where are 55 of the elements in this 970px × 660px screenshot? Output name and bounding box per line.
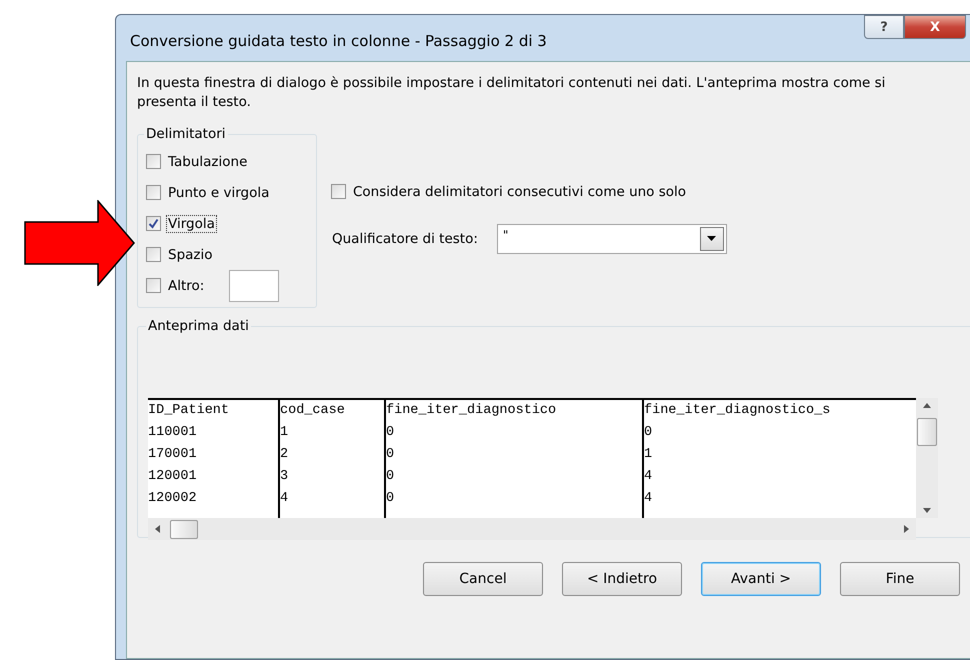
- help-button[interactable]: ?: [864, 15, 904, 39]
- scroll-down-icon[interactable]: [923, 506, 931, 514]
- checkbox-label[interactable]: Considera delimitatori consecutivi come uno solo: [352, 184, 688, 200]
- column-header: fine_iter_diagnostico_s: [644, 402, 832, 420]
- dialog-button[interactable]: Fine: [840, 562, 960, 596]
- checkbox-label[interactable]: Punto e virgola: [167, 184, 270, 200]
- column-header: ID_Patient: [148, 402, 230, 420]
- dialog-button[interactable]: Avanti >: [701, 562, 821, 596]
- intro-text: In questa finestra di dialogo è possibile impostare i delimitatori contenuti nei dati. L'anteprima mostra come si presenta il testo.: [137, 74, 886, 112]
- checkbox[interactable]: [331, 184, 346, 199]
- group-title: Delimitatori: [145, 126, 227, 142]
- window-title: Conversione guidata testo in colonne - Passaggio 2 di 3: [130, 32, 547, 50]
- table-cell-text: 4: [644, 468, 654, 486]
- column-header: fine_iter_diagnostico: [386, 402, 558, 420]
- table-cell-text: 120002: [148, 490, 198, 508]
- dropdown-arrow-icon[interactable]: [707, 236, 716, 241]
- group-title: Anteprima dati: [147, 318, 250, 334]
- scroll-right-icon[interactable]: [902, 525, 910, 533]
- checkbox[interactable]: [146, 185, 161, 200]
- checkbox[interactable]: [146, 278, 161, 293]
- field-label: Qualificatore di testo:: [331, 230, 479, 246]
- scroll-thumb[interactable]: [170, 520, 198, 538]
- checkbox-label[interactable]: Virgola: [167, 216, 216, 232]
- table-cell-text: 110001: [148, 424, 198, 442]
- table-cell-text: 4: [280, 490, 290, 508]
- dialog-button[interactable]: Cancel: [423, 562, 543, 596]
- close-button[interactable]: X: [904, 15, 966, 39]
- table-cell-text: 0: [386, 468, 396, 486]
- table-cell-text: 0: [386, 424, 396, 442]
- scroll-thumb[interactable]: [917, 418, 937, 446]
- checkbox-label[interactable]: Spazio: [167, 246, 214, 262]
- checkbox[interactable]: [146, 216, 161, 231]
- scroll-up-icon[interactable]: [923, 402, 931, 410]
- table-cell-text: 4: [644, 490, 654, 508]
- table-cell-text: 120001: [148, 468, 198, 486]
- horizontal-scrollbar[interactable]: [148, 518, 916, 540]
- table-cell-text: 3: [280, 468, 290, 486]
- checkbox[interactable]: [146, 247, 161, 262]
- input-field[interactable]: [229, 270, 280, 302]
- column-header: cod_case: [280, 402, 346, 420]
- scroll-left-icon[interactable]: [154, 525, 162, 533]
- checkbox-label[interactable]: Altro:: [167, 278, 206, 294]
- checkbox[interactable]: [146, 154, 161, 169]
- table-cell-text: 0: [386, 446, 396, 464]
- arrow-icon: [24, 200, 136, 286]
- table-cell-text: 1: [644, 446, 654, 464]
- table-cell-text: 0: [386, 490, 396, 508]
- dialog-button[interactable]: < Indietro: [562, 562, 682, 596]
- checkbox-label[interactable]: Tabulazione: [167, 154, 248, 170]
- table-cell-text: 0: [644, 424, 654, 442]
- table-cell-text: 2: [280, 446, 290, 464]
- vertical-scrollbar[interactable]: [916, 398, 938, 518]
- qualifier-dropdown[interactable]: ": [496, 224, 727, 254]
- table-cell-text: 170001: [148, 446, 198, 464]
- table-cell-text: 1: [280, 424, 290, 442]
